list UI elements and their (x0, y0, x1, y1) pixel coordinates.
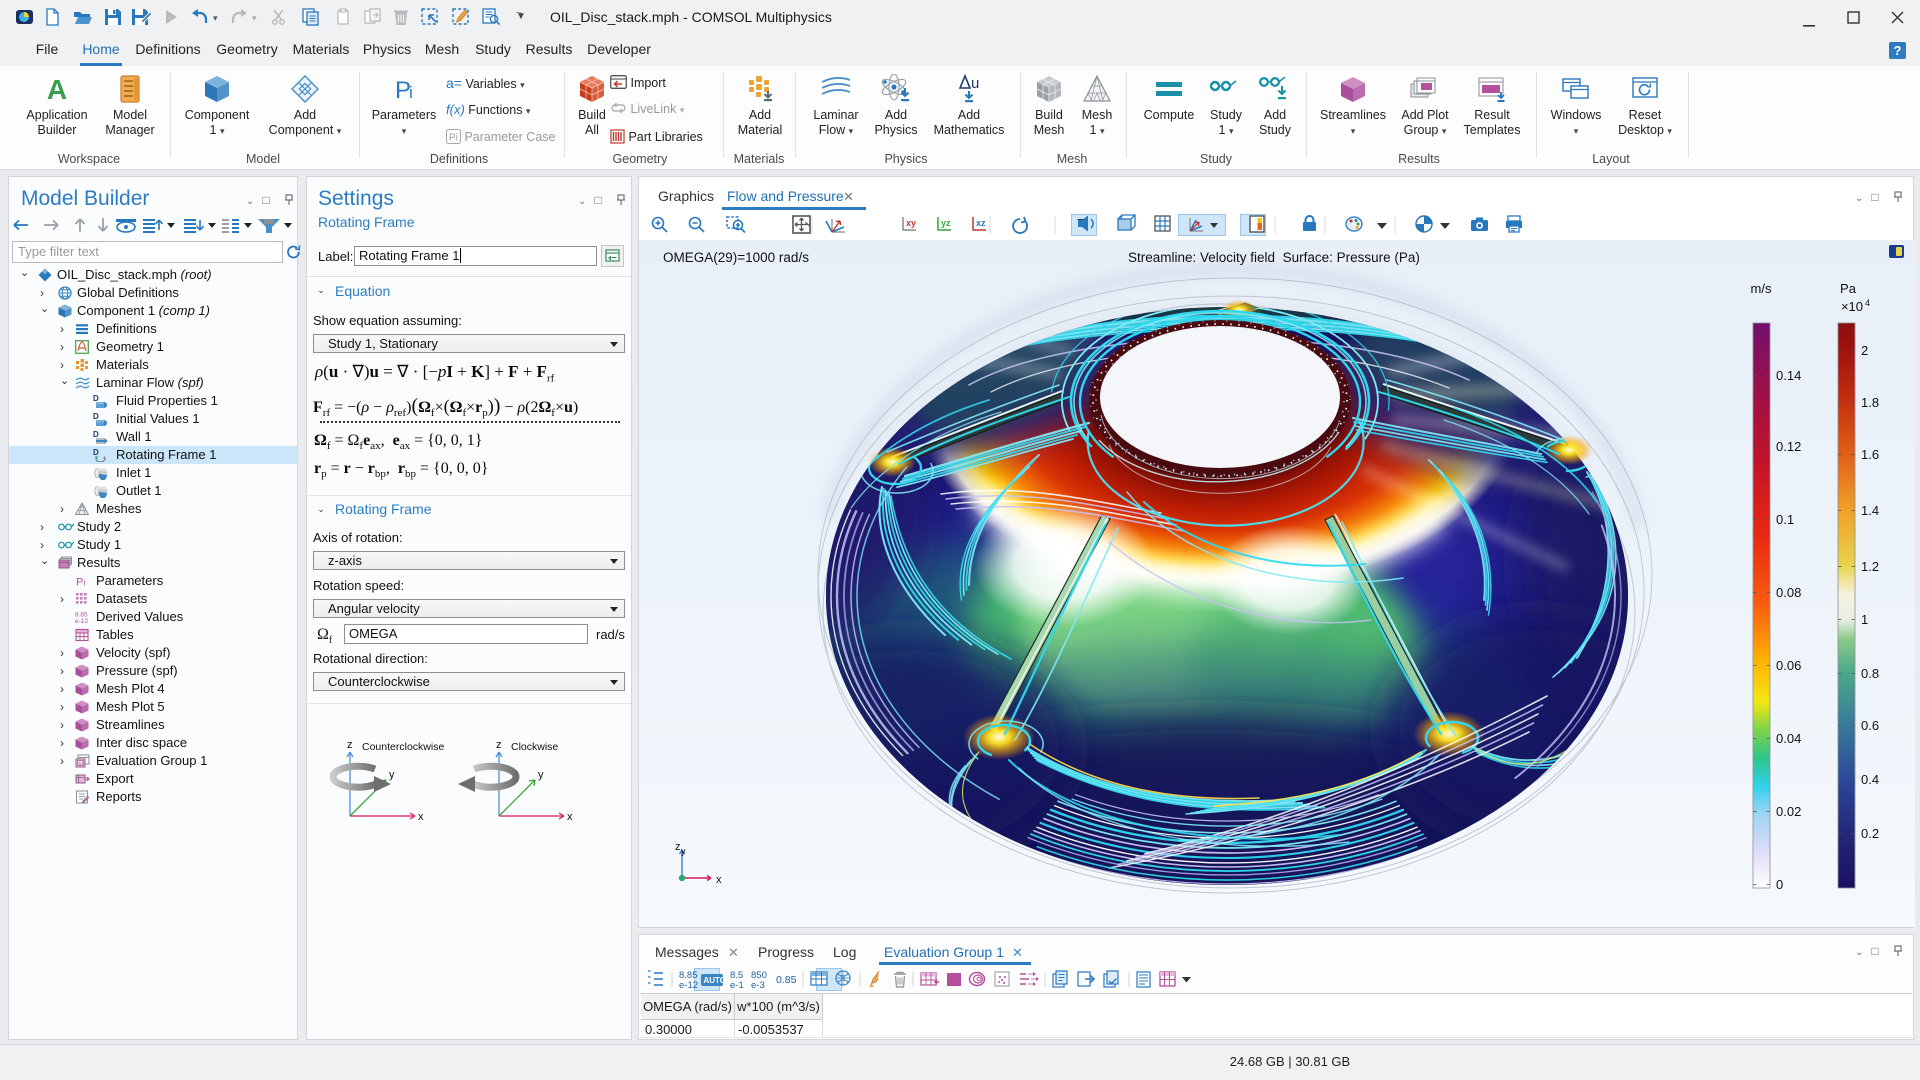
svg-text:D: D (93, 394, 99, 403)
svg-text:yz: yz (941, 218, 951, 228)
svg-text:1.2: 1.2 (1861, 559, 1879, 574)
svg-text:2: 2 (1861, 343, 1868, 358)
svg-text:0.04: 0.04 (1776, 731, 1801, 746)
svg-text:0.85: 0.85 (776, 974, 797, 986)
svg-text:e-12: e-12 (679, 980, 698, 991)
svg-text:0.14: 0.14 (1776, 368, 1801, 383)
svg-text:m/s: m/s (1751, 281, 1772, 296)
svg-text:Pi: Pi (449, 133, 458, 144)
svg-text:e-1: e-1 (730, 980, 744, 991)
svg-text:x: x (716, 874, 722, 886)
svg-text:x: x (567, 811, 573, 823)
svg-text:z: z (496, 739, 502, 751)
svg-text:1: 1 (1861, 612, 1868, 627)
svg-text:0.4: 0.4 (1861, 772, 1879, 787)
svg-text:xz: xz (976, 218, 986, 228)
svg-text:y: y (538, 769, 544, 781)
svg-text:e-3: e-3 (751, 980, 765, 991)
svg-text:Pa: Pa (1840, 281, 1857, 296)
svg-text:0.06: 0.06 (1776, 658, 1801, 673)
svg-text:0.02: 0.02 (1776, 804, 1801, 819)
svg-text:0.8: 0.8 (1861, 666, 1879, 681)
svg-text:u: u (971, 75, 979, 92)
svg-text:P: P (76, 577, 83, 589)
svg-text:0.2: 0.2 (1861, 826, 1879, 841)
svg-text:×10: ×10 (1841, 299, 1863, 314)
svg-text:Counterclockwise: Counterclockwise (362, 741, 444, 753)
svg-text:81: 81 (79, 761, 85, 766)
svg-text:x: x (418, 811, 424, 823)
svg-text:z: z (675, 841, 681, 853)
svg-text:xy: xy (906, 218, 916, 228)
svg-text:Clockwise: Clockwise (511, 741, 558, 753)
svg-text:e-12: e-12 (75, 618, 88, 624)
svg-text:1.6: 1.6 (1861, 447, 1879, 462)
svg-text:0.12: 0.12 (1776, 439, 1801, 454)
svg-text:1.8: 1.8 (1861, 395, 1879, 410)
svg-text:D: D (93, 430, 99, 439)
svg-text:4: 4 (1865, 298, 1870, 308)
svg-text:D: D (93, 448, 99, 457)
svg-text:0.08: 0.08 (1776, 585, 1801, 600)
svg-text:y: y (681, 846, 686, 856)
svg-text:1.4: 1.4 (1861, 503, 1879, 518)
svg-text:D: D (93, 412, 99, 421)
svg-text:i: i (409, 83, 413, 102)
svg-text:z: z (347, 739, 353, 751)
svg-text:AUTO: AUTO (704, 976, 727, 985)
svg-text:i: i (84, 579, 86, 588)
svg-text:0: 0 (1776, 877, 1783, 892)
svg-text:0.6: 0.6 (1861, 718, 1879, 733)
svg-text:0.1: 0.1 (1776, 512, 1794, 527)
svg-text:A: A (47, 74, 67, 104)
svg-text:y: y (389, 769, 395, 781)
